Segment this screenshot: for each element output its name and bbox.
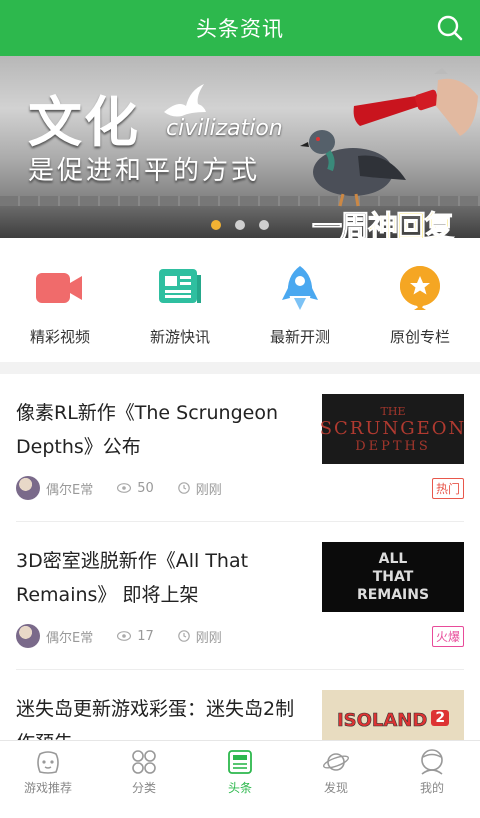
thumb-text: SCRUNGEON bbox=[319, 417, 467, 439]
tab-discover[interactable]: 发现 bbox=[288, 741, 384, 800]
category-label: 精彩视频 bbox=[29, 328, 90, 346]
user-icon bbox=[421, 749, 443, 775]
tab-label: 头条 bbox=[227, 781, 252, 795]
gamepad-icon bbox=[37, 751, 59, 774]
category-video[interactable]: 精彩视频 bbox=[0, 238, 120, 362]
category-news[interactable]: 新游快讯 bbox=[120, 238, 240, 362]
news-item[interactable]: 像素RL新作《The Scrungeon Depths》公布 THE SCRUN… bbox=[16, 374, 464, 522]
banner-carousel[interactable]: 文化 civilization 是促进和平的方式 一周神回复 bbox=[0, 56, 480, 238]
category-label: 最新开测 bbox=[269, 328, 330, 346]
news-thumbnail: ALL THAT REMAINS bbox=[322, 542, 464, 612]
news-title: 3D密室逃脱新作《All That Remains》 即将上架 bbox=[16, 550, 249, 606]
news-meta: 偶尔E常 50 刚刚 bbox=[16, 476, 222, 500]
tab-category[interactable]: 分类 bbox=[96, 741, 192, 800]
tab-headlines[interactable]: 头条 bbox=[192, 741, 288, 800]
tab-mine[interactable]: 我的 bbox=[384, 741, 480, 800]
grid-icon bbox=[132, 750, 156, 774]
category-label: 原创专栏 bbox=[389, 328, 450, 346]
planet-icon bbox=[323, 753, 349, 771]
thumb-text: ALL bbox=[378, 551, 408, 567]
banner-headline: 文化 bbox=[28, 90, 140, 154]
news-views: 50 bbox=[137, 480, 154, 496]
rocket-icon bbox=[276, 266, 324, 310]
thumb-text: ISOLAND bbox=[336, 710, 428, 732]
eye-icon bbox=[117, 631, 132, 641]
thumb-text: REMAINS bbox=[356, 587, 430, 603]
tab-label: 分类 bbox=[131, 781, 156, 795]
avatar[interactable] bbox=[16, 624, 40, 648]
thumb-text: 2 bbox=[431, 710, 450, 726]
news-meta: 偶尔E常 17 刚刚 bbox=[16, 624, 222, 648]
carousel-indicators bbox=[0, 220, 480, 230]
horn-illustration bbox=[353, 68, 478, 136]
tab-label: 发现 bbox=[323, 781, 348, 795]
news-item[interactable]: 3D密室逃脱新作《All That Remains》 即将上架 ALL THAT… bbox=[16, 522, 464, 670]
video-icon bbox=[36, 266, 84, 310]
clock-icon bbox=[177, 630, 190, 642]
category-beta[interactable]: 最新开测 bbox=[240, 238, 360, 362]
newspaper-icon bbox=[156, 266, 204, 310]
tab-game-recommend[interactable]: 游戏推荐 bbox=[0, 741, 96, 800]
star-badge-icon bbox=[396, 266, 444, 310]
bottom-tab-bar: 游戏推荐 分类 头条 发现 我的 bbox=[0, 740, 480, 800]
news-time: 刚刚 bbox=[195, 630, 222, 646]
banner-english: civilization bbox=[166, 116, 283, 141]
eye-icon bbox=[117, 483, 132, 493]
search-icon[interactable] bbox=[436, 14, 464, 42]
news-time: 刚刚 bbox=[195, 482, 222, 498]
section-divider bbox=[0, 362, 480, 374]
avatar[interactable] bbox=[16, 476, 40, 500]
carousel-dot-1[interactable] bbox=[211, 220, 221, 230]
banner-subtitle: 是促进和平的方式 bbox=[28, 156, 261, 186]
news-title: 像素RL新作《The Scrungeon Depths》公布 bbox=[16, 402, 278, 458]
category-label: 新游快讯 bbox=[149, 328, 210, 346]
category-shortcuts: 精彩视频 新游快讯 最新开测 原创专栏 bbox=[0, 238, 480, 362]
news-author: 偶尔E常 bbox=[46, 482, 94, 498]
status-badge: 火爆 bbox=[431, 626, 464, 647]
thumb-text: DEPTHS bbox=[355, 438, 431, 454]
tab-label: 游戏推荐 bbox=[23, 781, 72, 795]
carousel-dot-3[interactable] bbox=[259, 220, 269, 230]
news-thumbnail: THE SCRUNGEON DEPTHS bbox=[319, 394, 467, 464]
news-author: 偶尔E常 bbox=[46, 630, 94, 646]
category-column[interactable]: 原创专栏 bbox=[360, 238, 480, 362]
thumb-text: THAT bbox=[372, 569, 414, 585]
news-views: 17 bbox=[137, 628, 154, 644]
page-title: 头条资讯 bbox=[196, 17, 284, 41]
status-badge: 热门 bbox=[431, 478, 464, 499]
carousel-dot-2[interactable] bbox=[235, 220, 245, 230]
top-bar: 头条资讯 bbox=[0, 0, 480, 56]
thumb-text: THE bbox=[380, 404, 406, 418]
clock-icon bbox=[177, 482, 190, 494]
tab-label: 我的 bbox=[419, 781, 444, 795]
news-icon bbox=[228, 750, 252, 774]
